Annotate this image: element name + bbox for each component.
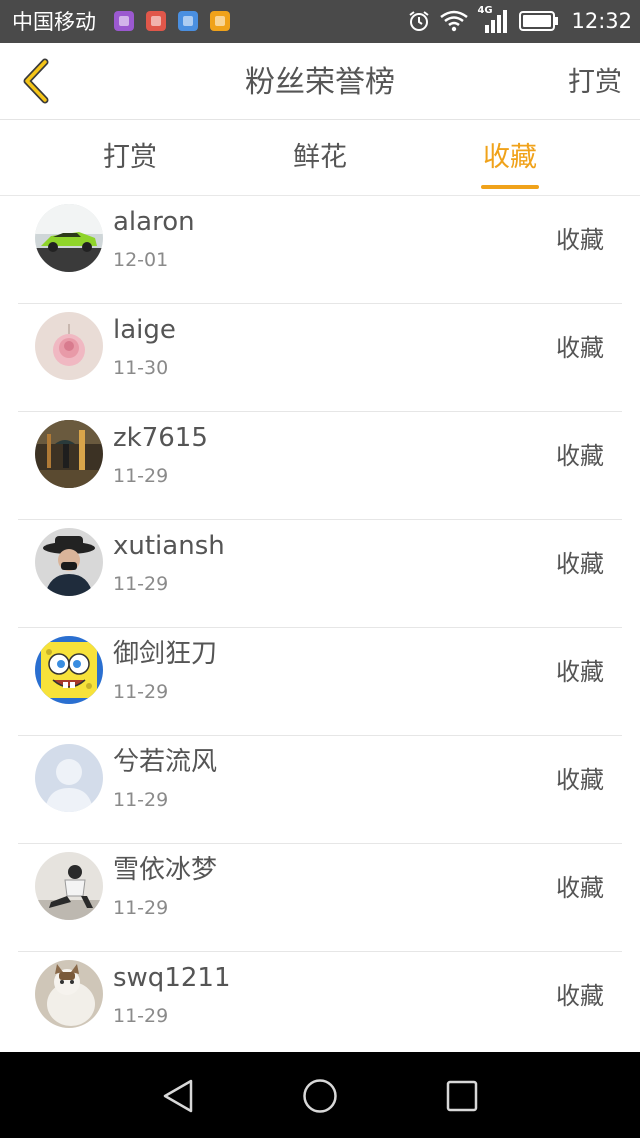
list-item[interactable]: 御剑狂刀 11-29 收藏 <box>0 628 640 736</box>
circle-home-icon <box>303 1079 337 1113</box>
sitting-person-avatar[interactable] <box>35 852 103 920</box>
back-nav-button[interactable] <box>156 1074 200 1118</box>
tab-favorites[interactable]: 收藏 <box>450 139 570 177</box>
user-name: laige <box>113 315 176 345</box>
tab-flowers[interactable]: 鲜花 <box>260 139 380 177</box>
triangle-back-icon <box>163 1079 193 1113</box>
fav-date: 11-29 <box>113 573 169 595</box>
fav-date: 11-30 <box>113 357 169 379</box>
user-name: zk7615 <box>113 423 208 453</box>
spongebob-avatar[interactable] <box>35 636 103 704</box>
list-item[interactable]: laige 11-30 收藏 <box>0 304 640 412</box>
favorite-label: 收藏 <box>556 550 604 578</box>
alarm-icon <box>409 11 430 31</box>
carrier-name: 中国移动 <box>12 10 96 34</box>
status-bar: 中国移动 4G 12:32 <box>0 0 640 43</box>
fan-list[interactable]: alaron 12-01 收藏 laige 11-30 收藏 zk7615 11… <box>0 196 640 1052</box>
system-nav-bar <box>0 1052 640 1138</box>
user-name: 雪依冰梦 <box>113 855 218 885</box>
nav-bar: 粉丝荣誉榜 打赏 <box>0 43 640 120</box>
man-hat-avatar[interactable] <box>35 528 103 596</box>
favorite-label: 收藏 <box>556 334 604 362</box>
recents-nav-button[interactable] <box>440 1074 484 1118</box>
cat-avatar[interactable] <box>35 960 103 1028</box>
fav-date: 11-29 <box>113 789 169 811</box>
cell-signal-icon: 4G <box>477 5 511 35</box>
favorite-label: 收藏 <box>556 442 604 470</box>
favorite-label: 收藏 <box>556 874 604 902</box>
favorite-label: 收藏 <box>556 658 604 686</box>
user-name: xutiansh <box>113 531 225 561</box>
fav-date: 11-29 <box>113 681 169 703</box>
fav-date: 12-01 <box>113 249 169 271</box>
status-indicators: 4G 12:32 <box>407 5 632 36</box>
wifi-icon <box>440 10 469 32</box>
fav-date: 11-29 <box>113 465 169 487</box>
list-item[interactable]: alaron 12-01 收藏 <box>0 196 640 304</box>
list-item[interactable]: 雪依冰梦 11-29 收藏 <box>0 844 640 952</box>
hand-app-icon <box>210 11 230 31</box>
page-title: 粉丝荣誉榜 <box>245 65 395 100</box>
tab-reward[interactable]: 打赏 <box>70 139 190 177</box>
active-tab-indicator <box>481 185 539 189</box>
favorite-label: 收藏 <box>556 982 604 1010</box>
user-name: swq1211 <box>113 963 231 993</box>
user-name: alaron <box>113 207 195 237</box>
reward-button[interactable]: 打赏 <box>568 65 622 101</box>
fav-date: 11-29 <box>113 1005 169 1027</box>
list-item[interactable]: zk7615 11-29 收藏 <box>0 412 640 520</box>
clock: 12:32 <box>571 9 632 33</box>
home-nav-button[interactable] <box>298 1074 342 1118</box>
weibo-app-icon <box>146 11 166 31</box>
battery-icon <box>519 11 559 31</box>
list-item[interactable]: xutiansh 11-29 收藏 <box>0 520 640 628</box>
user-name: 兮若流风 <box>113 747 218 777</box>
square-recents-icon <box>446 1080 478 1112</box>
wifi-app-icon <box>178 11 198 31</box>
rain-street-avatar[interactable] <box>35 420 103 488</box>
list-item[interactable]: 兮若流风 11-29 收藏 <box>0 736 640 844</box>
notification-icons <box>114 11 230 31</box>
default-person-avatar[interactable] <box>35 744 103 812</box>
favorite-label: 收藏 <box>556 226 604 254</box>
car-avatar[interactable] <box>35 204 103 272</box>
rose-avatar[interactable] <box>35 312 103 380</box>
favorite-label: 收藏 <box>556 766 604 794</box>
tab-bar: 打赏 鲜花 收藏 <box>0 121 640 196</box>
gallery-app-icon <box>114 11 134 31</box>
list-item[interactable]: swq1211 11-29 收藏 <box>0 952 640 1052</box>
fav-date: 11-29 <box>113 897 169 919</box>
user-name: 御剑狂刀 <box>113 639 218 669</box>
